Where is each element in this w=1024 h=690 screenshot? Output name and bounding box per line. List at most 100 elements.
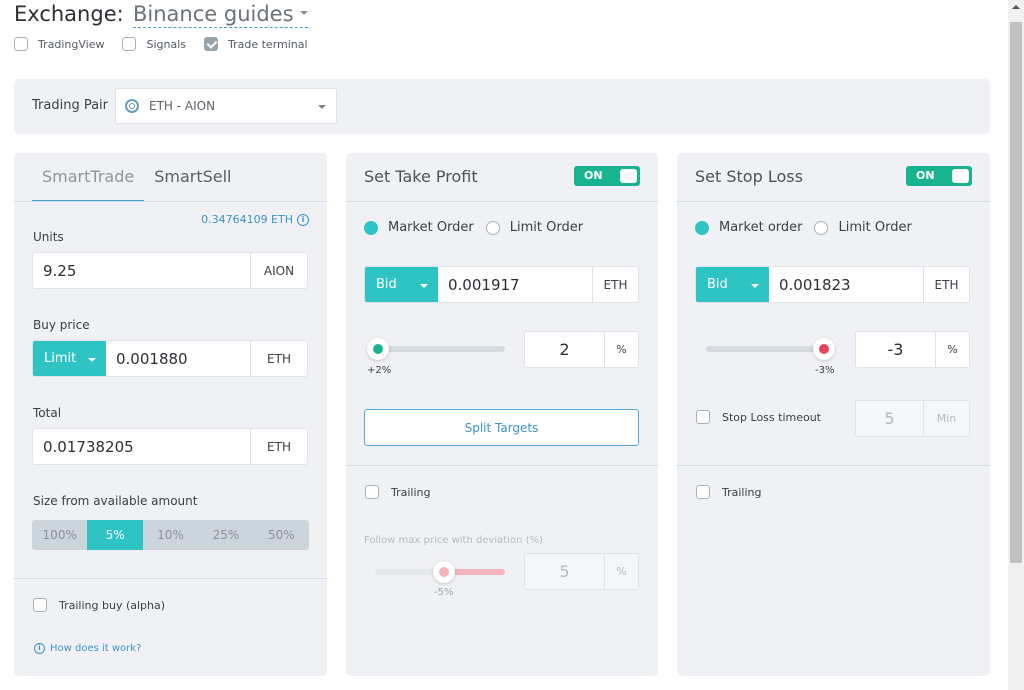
size-selector: 100% 5% 10% 25% 50%: [32, 520, 309, 550]
vertical-scrollbar[interactable]: [1008, 0, 1024, 690]
exchange-label: Exchange:: [14, 2, 124, 26]
stop-loss-slider-handle[interactable]: [813, 338, 835, 360]
price-source-dropdown[interactable]: Bid: [696, 267, 769, 302]
price-source-label: Bid: [376, 277, 397, 292]
deviation-slider-handle[interactable]: [433, 561, 455, 583]
take-profit-trailing-checkbox[interactable]: Trailing: [365, 485, 431, 499]
units-unit: AION: [250, 253, 307, 288]
checkbox-icon[interactable]: [696, 410, 710, 424]
toggle-label: ON: [584, 169, 603, 182]
trade-tabs: SmartTrade SmartSell: [32, 167, 242, 201]
info-icon[interactable]: i: [297, 213, 309, 226]
market-order-radio[interactable]: Market Order: [364, 220, 474, 235]
order-type-dropdown[interactable]: Limit: [33, 341, 106, 376]
buy-price-input[interactable]: 0.001880: [106, 341, 250, 376]
checkbox-icon[interactable]: [14, 37, 28, 51]
limit-order-radio[interactable]: Limit Order: [814, 220, 912, 235]
stop-loss-timeout-checkbox[interactable]: Stop Loss timeout: [696, 410, 821, 424]
follow-max-price-label: Follow max price with deviation (%): [364, 535, 543, 546]
limit-order-radio[interactable]: Limit Order: [485, 220, 583, 235]
divider: [677, 465, 990, 466]
toggle-knob: [952, 169, 969, 183]
total-unit: ETH: [250, 429, 307, 464]
stop-loss-toggle[interactable]: ON: [906, 166, 972, 186]
size-option-10[interactable]: 10%: [143, 520, 198, 550]
stop-loss-trailing-checkbox[interactable]: Trailing: [696, 485, 762, 499]
price-source-dropdown[interactable]: Bid: [365, 267, 438, 302]
total-label: Total: [33, 406, 62, 420]
take-profit-toggle[interactable]: ON: [574, 166, 640, 186]
link-text: How does it work?: [50, 643, 142, 654]
radio-selected-icon[interactable]: [364, 220, 378, 235]
checkbox-label: Trailing buy (alpha): [59, 598, 166, 612]
exchange-value: Binance guides: [133, 2, 294, 26]
buy-price-label: Buy price: [33, 318, 90, 332]
toggle-label: ON: [916, 169, 935, 182]
tab-smarttrade[interactable]: SmartTrade: [32, 167, 145, 201]
available-balance[interactable]: 0.34764109 ETH i: [201, 213, 309, 226]
size-option-50[interactable]: 50%: [254, 520, 309, 550]
take-profit-percent-group: 2 %: [524, 331, 639, 368]
divider: [346, 465, 658, 466]
size-label: Size from available amount: [33, 494, 198, 508]
order-type-label: Limit: [44, 351, 77, 366]
scroll-up-arrow-icon[interactable]: [1012, 5, 1020, 9]
take-profit-slider[interactable]: [370, 346, 505, 352]
scrollbar-thumb[interactable]: [1010, 22, 1022, 563]
take-profit-price-group: Bid 0.001917 ETH: [364, 266, 639, 303]
smart-trade-panel: SmartTrade SmartSell 0.34764109 ETH i Uni…: [14, 153, 327, 676]
checkbox-label: Signals: [146, 37, 186, 51]
stop-loss-percent-input[interactable]: -3: [856, 332, 935, 367]
exchange-selector[interactable]: Binance guides: [133, 2, 308, 28]
radio-icon[interactable]: [485, 220, 500, 235]
units-input[interactable]: 9.25: [33, 253, 250, 288]
stop-loss-order-type: Market order Limit Order: [695, 220, 924, 235]
price-source-label: Bid: [707, 277, 728, 292]
deviation-input[interactable]: 5: [525, 554, 604, 589]
take-profit-percent-input[interactable]: 2: [525, 332, 604, 367]
checkbox-icon[interactable]: [696, 485, 710, 499]
radio-label: Market Order: [388, 220, 474, 235]
tradingview-checkbox[interactable]: TradingView: [14, 37, 104, 51]
stop-loss-price-group: Bid 0.001823 ETH: [695, 266, 970, 303]
take-profit-order-type: Market Order Limit Order: [364, 220, 595, 235]
size-option-5[interactable]: 5%: [87, 520, 143, 550]
stop-loss-price-input[interactable]: 0.001823: [769, 267, 923, 302]
trading-pair-label: Trading Pair: [32, 98, 109, 113]
size-option-25[interactable]: 25%: [198, 520, 253, 550]
take-profit-price-input[interactable]: 0.001917: [438, 267, 592, 302]
units-label: Units: [33, 230, 64, 244]
radio-selected-icon[interactable]: [695, 220, 709, 235]
market-order-radio[interactable]: Market order: [695, 220, 802, 235]
stop-loss-percent-group: -3 %: [855, 331, 970, 368]
take-profit-slider-handle[interactable]: [367, 338, 389, 360]
chevron-down-icon: [88, 358, 96, 362]
stop-loss-price-unit: ETH: [923, 267, 969, 302]
trading-pair-select[interactable]: ETH - AION: [115, 88, 337, 124]
timeout-input[interactable]: 5: [856, 401, 923, 436]
available-balance-value: 0.34764109 ETH: [201, 213, 293, 226]
total-input[interactable]: 0.01738205: [33, 429, 250, 464]
checkbox-label: Trailing: [391, 485, 431, 499]
tab-smartsell[interactable]: SmartSell: [144, 167, 241, 201]
info-icon: i: [34, 643, 45, 654]
trade-terminal-checkbox[interactable]: Trade terminal: [204, 37, 308, 51]
take-profit-title: Set Take Profit: [364, 167, 478, 186]
size-option-100[interactable]: 100%: [32, 520, 87, 550]
buy-price-input-group: Limit 0.001880 ETH: [32, 340, 308, 377]
chevron-down-icon: [318, 105, 326, 109]
checkbox-icon[interactable]: [365, 485, 379, 499]
trading-pair-value: ETH - AION: [149, 99, 216, 113]
signals-checkbox[interactable]: Signals: [122, 37, 186, 51]
split-targets-button[interactable]: Split Targets: [364, 409, 639, 446]
how-does-it-work-link[interactable]: i How does it work?: [34, 643, 141, 654]
stop-loss-timeout-group: 5 Min: [855, 400, 970, 437]
checkbox-checked-icon[interactable]: [204, 37, 218, 51]
take-profit-panel: Set Take Profit ON Market Order Limit Or…: [346, 153, 658, 676]
trailing-buy-checkbox[interactable]: Trailing buy (alpha): [33, 598, 165, 612]
checkbox-icon[interactable]: [33, 598, 47, 612]
percent-unit: %: [935, 332, 969, 367]
radio-icon[interactable]: [814, 220, 829, 235]
checkbox-icon[interactable]: [122, 37, 137, 51]
divider: [14, 578, 327, 579]
